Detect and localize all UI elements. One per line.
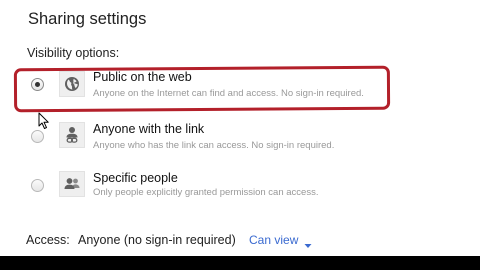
option-description: Only people explicitly granted permissio… bbox=[93, 187, 319, 198]
people-icon bbox=[59, 171, 85, 197]
mouse-cursor-icon bbox=[38, 112, 50, 135]
radio-specific-people[interactable] bbox=[31, 179, 44, 192]
person-link-icon bbox=[59, 122, 85, 148]
dialog-title: Sharing settings bbox=[28, 10, 147, 28]
option-public-on-web[interactable]: Public on the web Anyone on the Internet… bbox=[0, 66, 480, 110]
permission-dropdown[interactable]: Can view bbox=[249, 233, 298, 247]
option-label: Anyone with the link bbox=[93, 122, 205, 136]
chevron-down-icon[interactable] bbox=[304, 236, 312, 254]
option-specific-people[interactable]: Specific people Only people explicitly g… bbox=[0, 168, 480, 212]
access-value: Anyone (no sign-in required) bbox=[78, 233, 236, 247]
option-label: Specific people bbox=[93, 171, 178, 185]
globe-icon bbox=[59, 71, 85, 97]
access-label: Access: bbox=[26, 233, 70, 247]
option-description: Anyone who has the link can access. No s… bbox=[93, 140, 335, 151]
option-anyone-with-link[interactable]: Anyone with the link Anyone who has the … bbox=[0, 118, 480, 162]
option-description: Anyone on the Internet can find and acce… bbox=[93, 88, 364, 99]
bottom-letterbox bbox=[0, 256, 480, 270]
radio-public-on-web[interactable] bbox=[31, 78, 44, 91]
radio-selected-dot bbox=[35, 82, 40, 87]
option-label: Public on the web bbox=[93, 70, 192, 84]
sharing-settings-dialog: Sharing settings Visibility options: Pub… bbox=[0, 0, 480, 256]
visibility-options-label: Visibility options: bbox=[27, 46, 120, 60]
